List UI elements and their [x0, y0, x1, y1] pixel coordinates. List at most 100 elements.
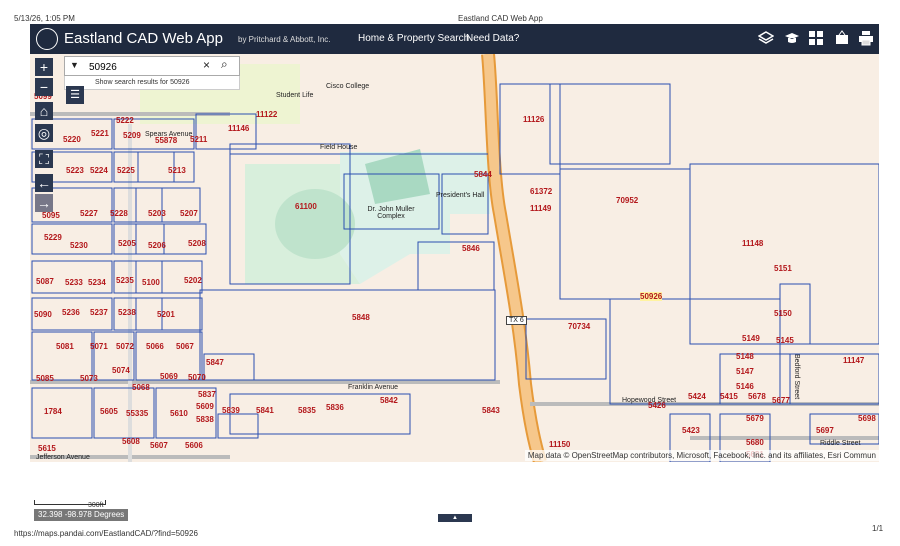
parcel-label[interactable]: 5610: [170, 409, 188, 418]
nav-home-property-search[interactable]: Home & Property Search: [358, 33, 469, 44]
parcel-label[interactable]: 5842: [380, 396, 398, 405]
parcel-label[interactable]: 5847: [206, 358, 224, 367]
parcel-label[interactable]: 5238: [118, 308, 136, 317]
parcel-label[interactable]: 5609: [196, 402, 214, 411]
parcel-label-selected[interactable]: 50926: [640, 292, 663, 301]
parcel-label[interactable]: 5680: [746, 438, 764, 447]
parcel-label[interactable]: 5207: [180, 209, 198, 218]
zoom-in-button[interactable]: +: [35, 58, 53, 76]
parcel-label[interactable]: 70734: [568, 322, 590, 331]
parcel-label[interactable]: 11147: [843, 356, 864, 365]
parcel-label[interactable]: 5149: [742, 334, 760, 343]
parcel-label[interactable]: 5100: [142, 278, 160, 287]
parcel-label[interactable]: 5678: [748, 392, 766, 401]
parcel-label[interactable]: 5206: [148, 241, 166, 250]
parcel-label[interactable]: 5839: [222, 406, 240, 415]
parcel-label[interactable]: 5095: [42, 211, 60, 220]
parcel-label[interactable]: 5221: [91, 129, 109, 138]
forward-arrow-icon[interactable]: →: [35, 194, 53, 212]
parcel-label[interactable]: 11150: [549, 440, 570, 449]
parcel-label[interactable]: 5423: [682, 426, 700, 435]
parcel-label[interactable]: 5836: [326, 403, 344, 412]
parcel-label[interactable]: 5838: [196, 415, 214, 424]
parcel-label[interactable]: 5074: [112, 366, 130, 375]
parcel-label[interactable]: 5698: [858, 414, 876, 423]
grid-icon[interactable]: [808, 30, 824, 46]
search-suggestion[interactable]: Show search results for 50926: [64, 76, 240, 90]
parcel-label[interactable]: 5835: [298, 406, 316, 415]
parcel-label[interactable]: 5213: [168, 166, 186, 175]
clear-icon[interactable]: ×: [203, 58, 210, 72]
parcel-label[interactable]: 5222: [116, 116, 134, 125]
chevron-down-icon[interactable]: ▼: [70, 60, 79, 70]
parcel-label[interactable]: 11148: [742, 239, 763, 248]
parcel-label[interactable]: 5072: [116, 342, 134, 351]
parcel-label[interactable]: 5237: [90, 308, 108, 317]
search-icon[interactable]: ⌕: [221, 57, 228, 72]
print-template-icon[interactable]: [834, 30, 850, 46]
parcel-label[interactable]: 61100: [295, 202, 317, 211]
graduation-cap-icon[interactable]: [784, 30, 800, 46]
parcel-label[interactable]: 5837: [198, 390, 216, 399]
nav-need-data[interactable]: Need Data?: [466, 33, 519, 44]
parcel-label[interactable]: 5147: [736, 367, 754, 376]
parcel-label[interactable]: 5606: [185, 441, 203, 450]
parcel-label[interactable]: 5234: [88, 278, 106, 287]
search-input[interactable]: [87, 59, 201, 75]
parcel-label[interactable]: 5424: [688, 392, 706, 401]
parcel-label[interactable]: 5068: [132, 383, 150, 392]
parcel-label[interactable]: 5073: [80, 374, 98, 383]
list-icon[interactable]: ☰: [66, 86, 84, 104]
parcel-label[interactable]: 5841: [256, 406, 274, 415]
parcel-label[interactable]: 5607: [150, 441, 168, 450]
parcel-label[interactable]: 5679: [746, 414, 764, 423]
parcel-label[interactable]: 70952: [616, 196, 638, 205]
parcel-label[interactable]: 5146: [736, 382, 754, 391]
parcel-label[interactable]: 5069: [160, 372, 178, 381]
parcel-label[interactable]: 5070: [188, 373, 206, 382]
parcel-label[interactable]: 5085: [36, 374, 54, 383]
parcel-label[interactable]: 5066: [146, 342, 164, 351]
parcel-label[interactable]: 5697: [816, 426, 834, 435]
parcel-label[interactable]: 5224: [90, 166, 108, 175]
parcel-label[interactable]: 55878: [155, 136, 177, 145]
parcel-label[interactable]: 55335: [126, 409, 148, 418]
parcel-label[interactable]: 5071: [90, 342, 108, 351]
layers-icon[interactable]: [758, 30, 774, 46]
parcel-label[interactable]: 5615: [38, 444, 56, 453]
parcel-label[interactable]: 5211: [190, 135, 207, 144]
parcel-label[interactable]: 11149: [530, 204, 551, 213]
parcel-label[interactable]: 5203: [148, 209, 166, 218]
parcel-label[interactable]: 5677: [772, 396, 790, 405]
parcel-label[interactable]: 5844: [474, 170, 492, 179]
expand-panel-button[interactable]: ▲: [438, 514, 472, 522]
parcel-label[interactable]: 5087: [36, 277, 54, 286]
parcel-label[interactable]: 5081: [56, 342, 74, 351]
parcel-label[interactable]: 5846: [462, 244, 480, 253]
parcel-map[interactable]: Student Life Cisco College Field House D…: [30, 54, 879, 462]
parcel-label[interactable]: 5233: [65, 278, 83, 287]
parcel-label[interactable]: 5202: [184, 276, 202, 285]
parcel-label[interactable]: 5608: [122, 437, 140, 446]
parcel-label[interactable]: 5208: [188, 239, 206, 248]
parcel-label[interactable]: 11146: [228, 124, 249, 133]
parcel-label[interactable]: 5228: [110, 209, 128, 218]
parcel-label[interactable]: 5848: [352, 313, 370, 322]
parcel-label[interactable]: 5415: [720, 392, 738, 401]
parcel-label[interactable]: 5235: [116, 276, 134, 285]
printer-icon[interactable]: [858, 30, 874, 46]
parcel-label[interactable]: 5236: [62, 308, 80, 317]
parcel-label[interactable]: 5843: [482, 406, 500, 415]
parcel-label[interactable]: 5209: [123, 131, 141, 140]
parcel-label[interactable]: 5227: [80, 209, 98, 218]
parcel-label[interactable]: 5090: [34, 310, 52, 319]
parcel-label[interactable]: 5230: [70, 241, 88, 250]
parcel-label[interactable]: 5067: [176, 342, 194, 351]
parcel-label[interactable]: 5223: [66, 166, 84, 175]
parcel-label[interactable]: 5225: [117, 166, 135, 175]
parcel-label[interactable]: 5148: [736, 352, 754, 361]
fullscreen-icon[interactable]: ⛶: [35, 150, 53, 168]
zoom-out-button[interactable]: −: [35, 78, 53, 96]
parcel-label[interactable]: 5150: [774, 309, 792, 318]
parcel-label[interactable]: 61372: [530, 187, 552, 196]
